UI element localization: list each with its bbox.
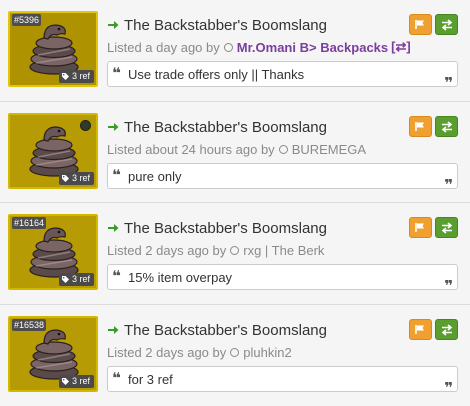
quote-open-icon: ❝: [112, 267, 121, 285]
arrow-right-icon[interactable]: [107, 121, 119, 133]
comment-text: for 3 ref: [128, 372, 173, 387]
report-flag-button[interactable]: [409, 217, 432, 238]
report-flag-button[interactable]: [409, 14, 432, 35]
arrow-right-icon[interactable]: [107, 324, 119, 336]
quote-close-icon: ❞: [444, 176, 453, 194]
listing-comment: ❝ pure only ❞: [107, 163, 458, 194]
price-text: 3 ref: [71, 376, 90, 386]
quote-open-icon: ❝: [112, 369, 121, 387]
listing-actions: [409, 319, 458, 340]
listed-time: Listed a day ago by: [107, 39, 220, 55]
item-icon-box[interactable]: 3 ref: [8, 113, 98, 189]
listing-meta: Listed 2 days ago by rxg | The Berk: [107, 242, 324, 258]
user-trade-link[interactable]: [⇄]: [391, 39, 411, 55]
item-title-link[interactable]: The Backstabber's Boomslang: [124, 322, 327, 339]
user-link[interactable]: BUREMEGA: [292, 142, 366, 157]
flag-icon: [415, 122, 424, 131]
listings-panel: #5396 3 ref The Backstabber's Boomslang: [0, 0, 470, 406]
quote-open-icon: ❝: [112, 166, 121, 184]
user-link[interactable]: pluhkin2: [243, 345, 291, 360]
item-title-link[interactable]: The Backstabber's Boomslang: [124, 220, 327, 237]
report-flag-button[interactable]: [409, 319, 432, 340]
report-flag-button[interactable]: [409, 116, 432, 137]
price-text: 3 ref: [71, 173, 90, 183]
quote-close-icon: ❞: [444, 277, 453, 295]
item-icon-box[interactable]: #16538 3 ref: [8, 316, 98, 392]
circle-icon: [230, 245, 240, 255]
price-text: 3 ref: [71, 274, 90, 284]
listing-title-row: The Backstabber's Boomslang: [107, 15, 327, 35]
listing-comment: ❝ Use trade offers only || Thanks ❞: [107, 61, 458, 92]
listing-comment: ❝ 15% item overpay ❞: [107, 264, 458, 295]
user-link[interactable]: rxg | The Berk: [243, 243, 324, 258]
price-tag: 3 ref: [58, 273, 94, 286]
tag-icon: [61, 73, 69, 80]
quote-close-icon: ❞: [444, 379, 453, 397]
exchange-icon: [441, 18, 452, 31]
boomslang-item-image: [29, 227, 79, 278]
quote-open-icon: ❝: [112, 64, 121, 82]
circle-icon: [223, 42, 233, 52]
comment-text: pure only: [128, 169, 182, 184]
listed-time: Listed about 24 hours ago by: [107, 141, 275, 157]
listing-actions: [409, 217, 458, 238]
user-link[interactable]: Mr.Omani B> Backpacks: [237, 40, 388, 55]
listing-item: #16164 3 ref The Backstabber's Boomslang: [0, 202, 470, 303]
price-tag: 3 ref: [58, 375, 94, 388]
listing-title-row: The Backstabber's Boomslang: [107, 320, 327, 340]
arrow-right-icon[interactable]: [107, 222, 119, 234]
tag-icon: [61, 175, 69, 182]
listing-actions: [409, 116, 458, 137]
tag-icon: [61, 276, 69, 283]
comment-text: 15% item overpay: [128, 270, 233, 285]
quote-close-icon: ❞: [444, 74, 453, 92]
flag-icon: [415, 325, 424, 334]
listed-time: Listed 2 days ago by: [107, 344, 227, 360]
item-title-link[interactable]: The Backstabber's Boomslang: [124, 119, 327, 136]
flag-icon: [415, 223, 424, 232]
arrow-right-icon[interactable]: [107, 19, 119, 31]
exchange-icon: [441, 323, 452, 336]
listing-item: 3 ref The Backstabber's Boomslang Listed…: [0, 101, 470, 202]
trade-button[interactable]: [435, 319, 458, 340]
exchange-icon: [441, 221, 452, 234]
trade-button[interactable]: [435, 14, 458, 35]
item-title-link[interactable]: The Backstabber's Boomslang: [124, 17, 327, 34]
listing-title-row: The Backstabber's Boomslang: [107, 117, 327, 137]
flag-icon: [415, 20, 424, 29]
price-tag: 3 ref: [58, 70, 94, 83]
exchange-icon: [441, 120, 452, 133]
listing-comment: ❝ for 3 ref ❞: [107, 366, 458, 397]
circle-icon: [278, 144, 288, 154]
trade-button[interactable]: [435, 116, 458, 137]
comment-text: Use trade offers only || Thanks: [128, 67, 305, 82]
trade-button[interactable]: [435, 217, 458, 238]
listed-time: Listed 2 days ago by: [107, 242, 227, 258]
tag-icon: [61, 378, 69, 385]
item-icon-box[interactable]: #5396 3 ref: [8, 11, 98, 87]
boomslang-item-image: [29, 24, 79, 75]
price-text: 3 ref: [71, 71, 90, 81]
circle-icon: [230, 347, 240, 357]
listing-item: #16538 3 ref The Backstabber's Boomslang: [0, 304, 470, 405]
listing-title-row: The Backstabber's Boomslang: [107, 218, 327, 238]
listing-meta: Listed a day ago by Mr.Omani B> Backpack…: [107, 39, 411, 55]
listing-meta: Listed 2 days ago by pluhkin2: [107, 344, 292, 360]
listing-actions: [409, 14, 458, 35]
listing-meta: Listed about 24 hours ago by BUREMEGA: [107, 141, 366, 157]
boomslang-item-image: [29, 126, 79, 177]
item-icon-box[interactable]: #16164 3 ref: [8, 214, 98, 290]
price-tag: 3 ref: [58, 172, 94, 185]
listing-item: #5396 3 ref The Backstabber's Boomslang: [0, 0, 470, 101]
boomslang-item-image: [29, 329, 79, 380]
